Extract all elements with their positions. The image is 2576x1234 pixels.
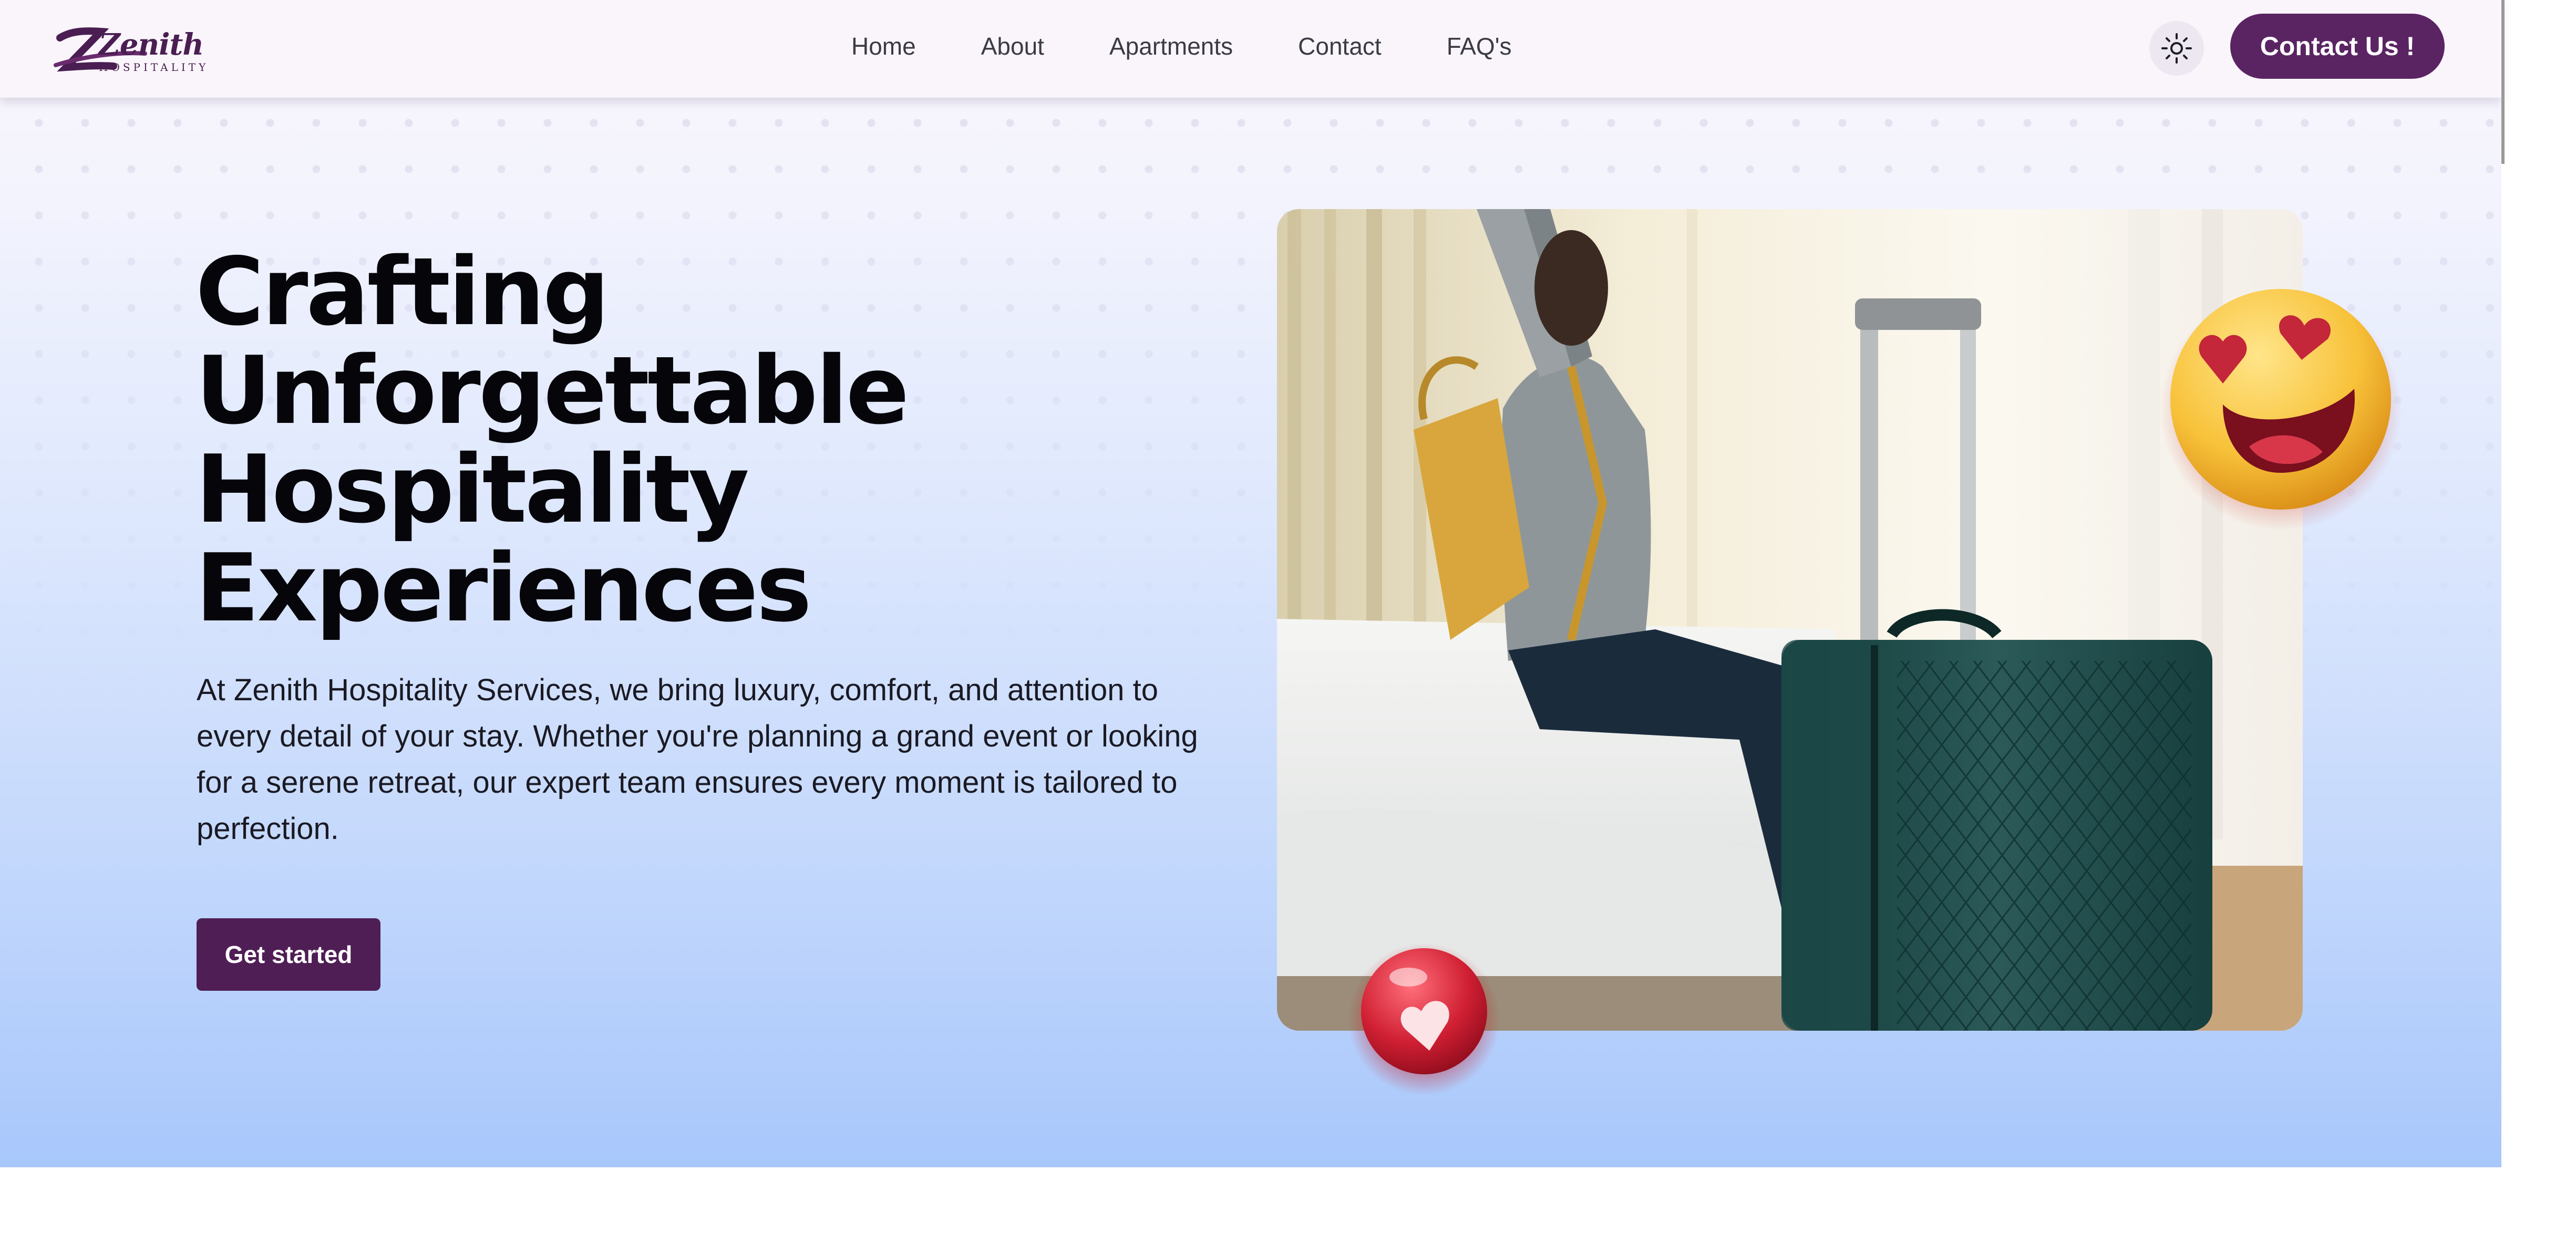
site-header: Zenith HOSPITALITY Home About Apartments…: [0, 0, 2501, 98]
heart-eyes-emoji: [2160, 284, 2402, 531]
hero-section: Crafting Unforgettable Hospitality Exper…: [0, 0, 2501, 1167]
hero-photo: [1277, 209, 2303, 1031]
nav-about[interactable]: About: [981, 32, 1044, 60]
sun-icon: [2161, 33, 2192, 64]
headline-line-1: Crafting: [195, 237, 610, 346]
logo-tagline: HOSPITALITY: [99, 61, 209, 74]
headline-line-2: Unforgettable: [195, 336, 909, 445]
nav-contact[interactable]: Contact: [1298, 32, 1382, 60]
get-started-button[interactable]: Get started: [197, 918, 380, 991]
nav-faqs[interactable]: FAQ's: [1447, 32, 1512, 60]
zenith-logo[interactable]: Zenith HOSPITALITY: [50, 15, 208, 78]
main-nav: Home About Apartments Contact FAQ's: [851, 30, 1512, 62]
woman-with-luggage-illustration: [1277, 209, 2303, 1031]
nav-home[interactable]: Home: [851, 32, 916, 60]
heart-bubble-emoji: [1348, 940, 1500, 1095]
hero-lead-paragraph: At Zenith Hospitality Services, we bring…: [197, 673, 1198, 846]
nav-apartments[interactable]: Apartments: [1109, 32, 1233, 60]
hero-headline: Crafting Unforgettable Hospitality Exper…: [195, 243, 1194, 638]
scrollbar-edge: [2501, 0, 2505, 164]
heart-bubble-icon: [1348, 943, 1500, 1095]
contact-us-button[interactable]: Contact Us !: [2230, 14, 2445, 79]
headline-line-4: Experiences: [195, 534, 812, 642]
heart-eyes-emoji-icon: [2160, 289, 2402, 531]
page: Crafting Unforgettable Hospitality Exper…: [0, 0, 2576, 1234]
theme-toggle-button[interactable]: [2149, 21, 2204, 76]
logo-wordmark: Zenith: [99, 27, 204, 62]
headline-line-3: Hospitality: [195, 435, 749, 544]
